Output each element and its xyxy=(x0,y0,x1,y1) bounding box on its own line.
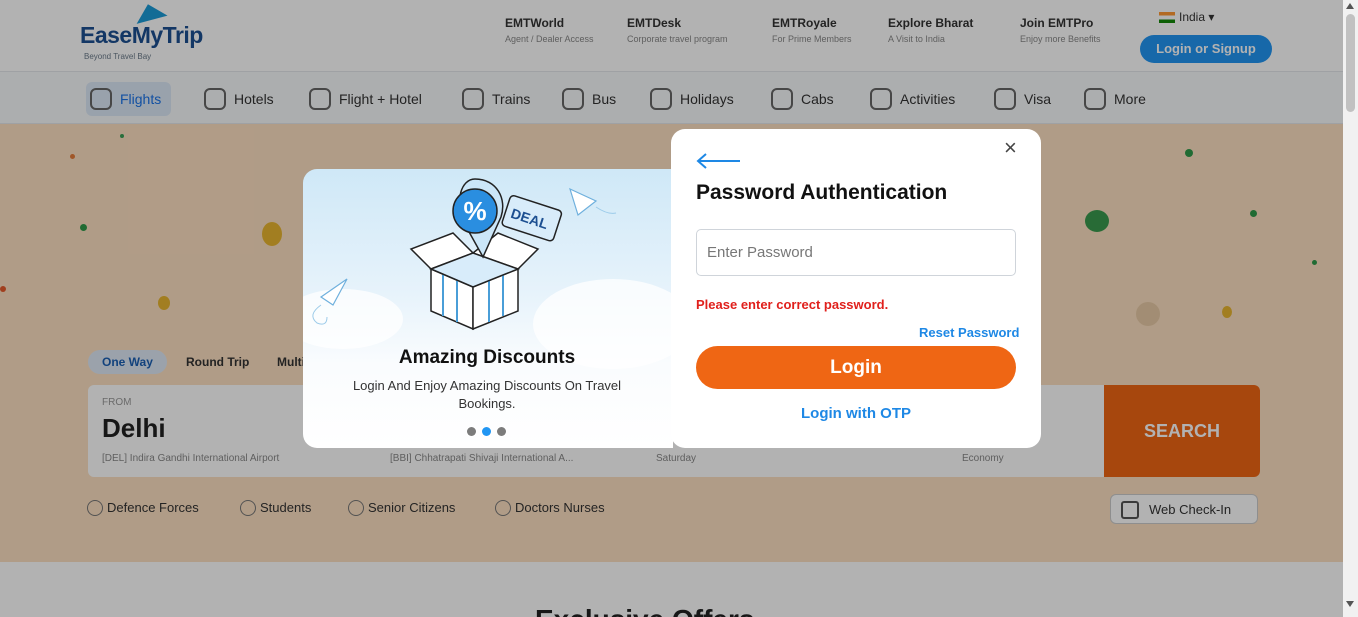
back-arrow-icon[interactable] xyxy=(696,153,742,169)
password-input[interactable] xyxy=(696,229,1016,276)
scroll-up-arrow-icon[interactable] xyxy=(1346,3,1354,9)
promo-carousel: % DEAL Amazing Discounts Login And Enjoy… xyxy=(303,169,673,448)
promo-description: Login And Enjoy Amazing Discounts On Tra… xyxy=(352,378,622,411)
page-scrollbar[interactable] xyxy=(1343,0,1358,617)
login-with-otp-link[interactable]: Login with OTP xyxy=(671,405,1041,422)
paper-plane-icon xyxy=(569,187,617,217)
error-message: Please enter correct password. xyxy=(696,297,889,312)
scroll-down-arrow-icon[interactable] xyxy=(1346,601,1354,607)
scrollbar-thumb[interactable] xyxy=(1346,14,1355,112)
gift-box-discount-icon: % DEAL xyxy=(409,178,563,331)
carousel-dot[interactable] xyxy=(497,427,506,436)
paper-plane-icon xyxy=(312,278,348,325)
close-icon[interactable]: × xyxy=(1004,137,1017,159)
reset-password-link[interactable]: Reset Password xyxy=(919,325,1019,340)
carousel-dot[interactable] xyxy=(467,427,476,436)
open-box-icon xyxy=(409,232,540,331)
deal-tag-icon: DEAL xyxy=(501,194,563,242)
svg-text:%: % xyxy=(463,196,486,226)
carousel-dot-active[interactable] xyxy=(482,427,491,436)
promo-title: Amazing Discounts xyxy=(398,347,576,368)
login-button[interactable]: Login xyxy=(696,346,1016,389)
password-auth-dialog: × Password Authentication Please enter c… xyxy=(671,129,1041,448)
dialog-title: Password Authentication xyxy=(696,181,948,204)
